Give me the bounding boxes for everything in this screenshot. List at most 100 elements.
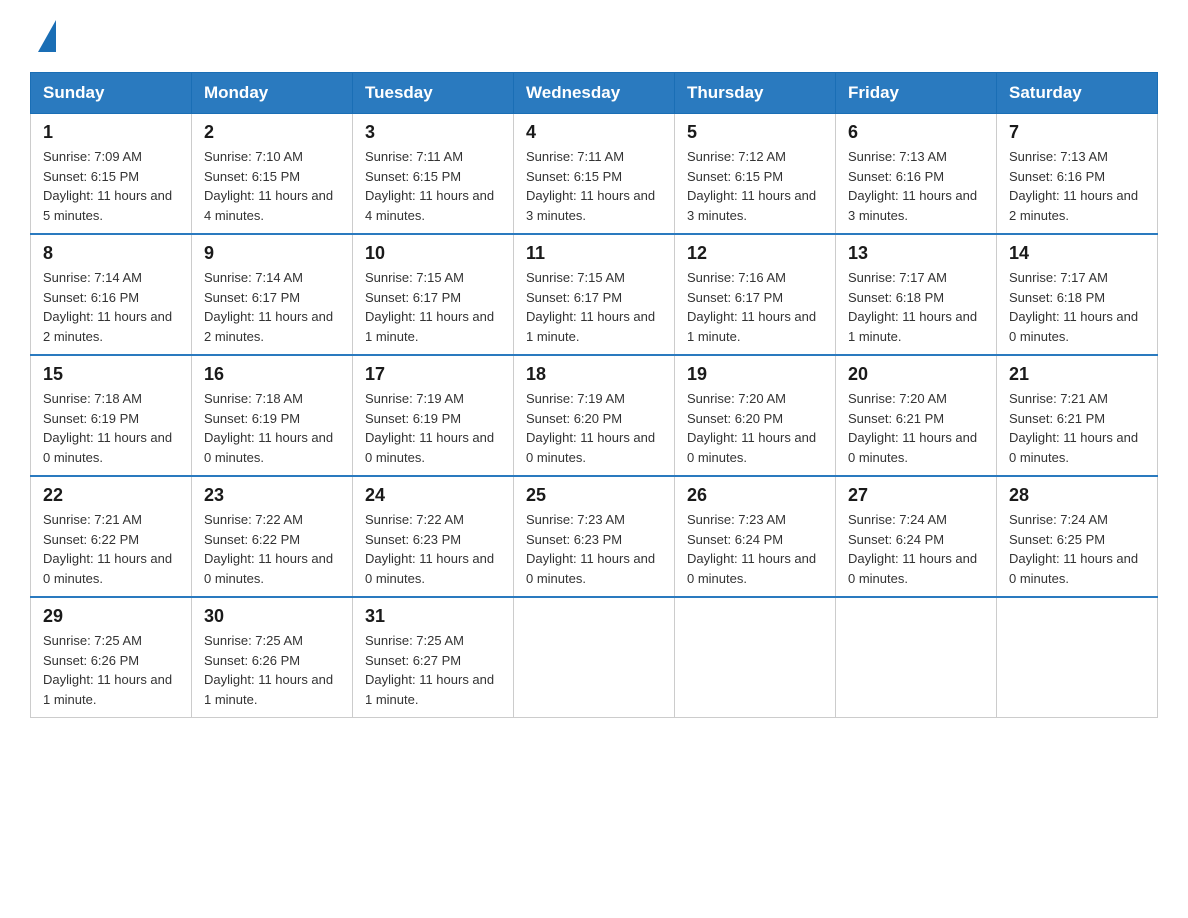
day-number: 12 [687,243,823,264]
day-number: 6 [848,122,984,143]
day-info: Sunrise: 7:20 AMSunset: 6:20 PMDaylight:… [687,389,823,467]
day-info: Sunrise: 7:19 AMSunset: 6:20 PMDaylight:… [526,389,662,467]
day-info: Sunrise: 7:23 AMSunset: 6:24 PMDaylight:… [687,510,823,588]
day-number: 22 [43,485,179,506]
calendar-cell: 9 Sunrise: 7:14 AMSunset: 6:17 PMDaylight… [192,234,353,355]
calendar-cell: 26 Sunrise: 7:23 AMSunset: 6:24 PMDayligh… [675,476,836,597]
day-info: Sunrise: 7:17 AMSunset: 6:18 PMDaylight:… [848,268,984,346]
day-number: 13 [848,243,984,264]
calendar-cell: 24 Sunrise: 7:22 AMSunset: 6:23 PMDayligh… [353,476,514,597]
day-number: 3 [365,122,501,143]
calendar-cell: 30 Sunrise: 7:25 AMSunset: 6:26 PMDayligh… [192,597,353,718]
day-info: Sunrise: 7:13 AMSunset: 6:16 PMDaylight:… [1009,147,1145,225]
day-number: 23 [204,485,340,506]
calendar-cell: 31Sunrise: 7:25 AMSunset: 6:27 PMDayligh… [353,597,514,718]
calendar-cell [836,597,997,718]
day-info: Sunrise: 7:15 AMSunset: 6:17 PMDaylight:… [365,268,501,346]
day-info: Sunrise: 7:25 AMSunset: 6:26 PMDaylight:… [204,631,340,709]
day-info: Sunrise: 7:11 AMSunset: 6:15 PMDaylight:… [365,147,501,225]
calendar-cell: 23Sunrise: 7:22 AMSunset: 6:22 PMDayligh… [192,476,353,597]
col-header-saturday: Saturday [997,73,1158,114]
day-info: Sunrise: 7:15 AMSunset: 6:17 PMDaylight:… [526,268,662,346]
day-info: Sunrise: 7:20 AMSunset: 6:21 PMDaylight:… [848,389,984,467]
calendar-cell: 25 Sunrise: 7:23 AMSunset: 6:23 PMDayligh… [514,476,675,597]
calendar-week-row: 1 Sunrise: 7:09 AMSunset: 6:15 PMDaylight… [31,114,1158,235]
calendar-week-row: 15Sunrise: 7:18 AMSunset: 6:19 PMDayligh… [31,355,1158,476]
day-number: 8 [43,243,179,264]
calendar-cell: 11 Sunrise: 7:15 AMSunset: 6:17 PMDayligh… [514,234,675,355]
calendar-cell: 6 Sunrise: 7:13 AMSunset: 6:16 PMDaylight… [836,114,997,235]
day-number: 18 [526,364,662,385]
day-info: Sunrise: 7:23 AMSunset: 6:23 PMDaylight:… [526,510,662,588]
col-header-tuesday: Tuesday [353,73,514,114]
col-header-monday: Monday [192,73,353,114]
day-number: 28 [1009,485,1145,506]
day-number: 7 [1009,122,1145,143]
day-number: 9 [204,243,340,264]
calendar-cell: 8 Sunrise: 7:14 AMSunset: 6:16 PMDaylight… [31,234,192,355]
calendar-cell: 3 Sunrise: 7:11 AMSunset: 6:15 PMDaylight… [353,114,514,235]
calendar-header-row: SundayMondayTuesdayWednesdayThursdayFrid… [31,73,1158,114]
calendar-cell [997,597,1158,718]
calendar-cell: 15Sunrise: 7:18 AMSunset: 6:19 PMDayligh… [31,355,192,476]
day-number: 21 [1009,364,1145,385]
calendar-cell: 10 Sunrise: 7:15 AMSunset: 6:17 PMDayligh… [353,234,514,355]
day-number: 27 [848,485,984,506]
calendar-cell: 19 Sunrise: 7:20 AMSunset: 6:20 PMDayligh… [675,355,836,476]
day-info: Sunrise: 7:14 AMSunset: 6:17 PMDaylight:… [204,268,340,346]
calendar-cell: 13 Sunrise: 7:17 AMSunset: 6:18 PMDayligh… [836,234,997,355]
day-info: Sunrise: 7:12 AMSunset: 6:15 PMDaylight:… [687,147,823,225]
day-number: 16 [204,364,340,385]
day-number: 5 [687,122,823,143]
day-info: Sunrise: 7:13 AMSunset: 6:16 PMDaylight:… [848,147,984,225]
day-number: 1 [43,122,179,143]
day-number: 19 [687,364,823,385]
calendar-cell: 27Sunrise: 7:24 AMSunset: 6:24 PMDayligh… [836,476,997,597]
calendar-cell: 2 Sunrise: 7:10 AMSunset: 6:15 PMDaylight… [192,114,353,235]
calendar-cell: 17Sunrise: 7:19 AMSunset: 6:19 PMDayligh… [353,355,514,476]
day-number: 11 [526,243,662,264]
day-number: 10 [365,243,501,264]
day-number: 14 [1009,243,1145,264]
calendar-cell: 28Sunrise: 7:24 AMSunset: 6:25 PMDayligh… [997,476,1158,597]
page-header [30,20,1158,52]
day-info: Sunrise: 7:09 AMSunset: 6:15 PMDaylight:… [43,147,179,225]
day-number: 24 [365,485,501,506]
calendar-cell [514,597,675,718]
day-info: Sunrise: 7:21 AMSunset: 6:21 PMDaylight:… [1009,389,1145,467]
day-info: Sunrise: 7:10 AMSunset: 6:15 PMDaylight:… [204,147,340,225]
day-number: 29 [43,606,179,627]
day-number: 2 [204,122,340,143]
logo [30,20,56,52]
day-info: Sunrise: 7:17 AMSunset: 6:18 PMDaylight:… [1009,268,1145,346]
calendar-table: SundayMondayTuesdayWednesdayThursdayFrid… [30,72,1158,718]
day-number: 30 [204,606,340,627]
day-number: 25 [526,485,662,506]
calendar-cell: 16Sunrise: 7:18 AMSunset: 6:19 PMDayligh… [192,355,353,476]
day-info: Sunrise: 7:22 AMSunset: 6:23 PMDaylight:… [365,510,501,588]
day-info: Sunrise: 7:21 AMSunset: 6:22 PMDaylight:… [43,510,179,588]
calendar-cell: 22 Sunrise: 7:21 AMSunset: 6:22 PMDayligh… [31,476,192,597]
day-info: Sunrise: 7:18 AMSunset: 6:19 PMDaylight:… [43,389,179,467]
calendar-week-row: 8 Sunrise: 7:14 AMSunset: 6:16 PMDaylight… [31,234,1158,355]
calendar-cell: 1 Sunrise: 7:09 AMSunset: 6:15 PMDaylight… [31,114,192,235]
calendar-cell: 20 Sunrise: 7:20 AMSunset: 6:21 PMDayligh… [836,355,997,476]
calendar-cell: 5 Sunrise: 7:12 AMSunset: 6:15 PMDaylight… [675,114,836,235]
calendar-cell [675,597,836,718]
calendar-week-row: 29 Sunrise: 7:25 AMSunset: 6:26 PMDayligh… [31,597,1158,718]
day-info: Sunrise: 7:16 AMSunset: 6:17 PMDaylight:… [687,268,823,346]
day-info: Sunrise: 7:25 AMSunset: 6:27 PMDaylight:… [365,631,501,709]
day-info: Sunrise: 7:14 AMSunset: 6:16 PMDaylight:… [43,268,179,346]
day-number: 20 [848,364,984,385]
col-header-wednesday: Wednesday [514,73,675,114]
day-number: 26 [687,485,823,506]
day-number: 4 [526,122,662,143]
calendar-cell: 12 Sunrise: 7:16 AMSunset: 6:17 PMDayligh… [675,234,836,355]
calendar-cell: 14 Sunrise: 7:17 AMSunset: 6:18 PMDayligh… [997,234,1158,355]
day-info: Sunrise: 7:19 AMSunset: 6:19 PMDaylight:… [365,389,501,467]
col-header-sunday: Sunday [31,73,192,114]
calendar-week-row: 22 Sunrise: 7:21 AMSunset: 6:22 PMDayligh… [31,476,1158,597]
calendar-cell: 7 Sunrise: 7:13 AMSunset: 6:16 PMDaylight… [997,114,1158,235]
calendar-cell: 4Sunrise: 7:11 AMSunset: 6:15 PMDaylight… [514,114,675,235]
calendar-cell: 18 Sunrise: 7:19 AMSunset: 6:20 PMDayligh… [514,355,675,476]
